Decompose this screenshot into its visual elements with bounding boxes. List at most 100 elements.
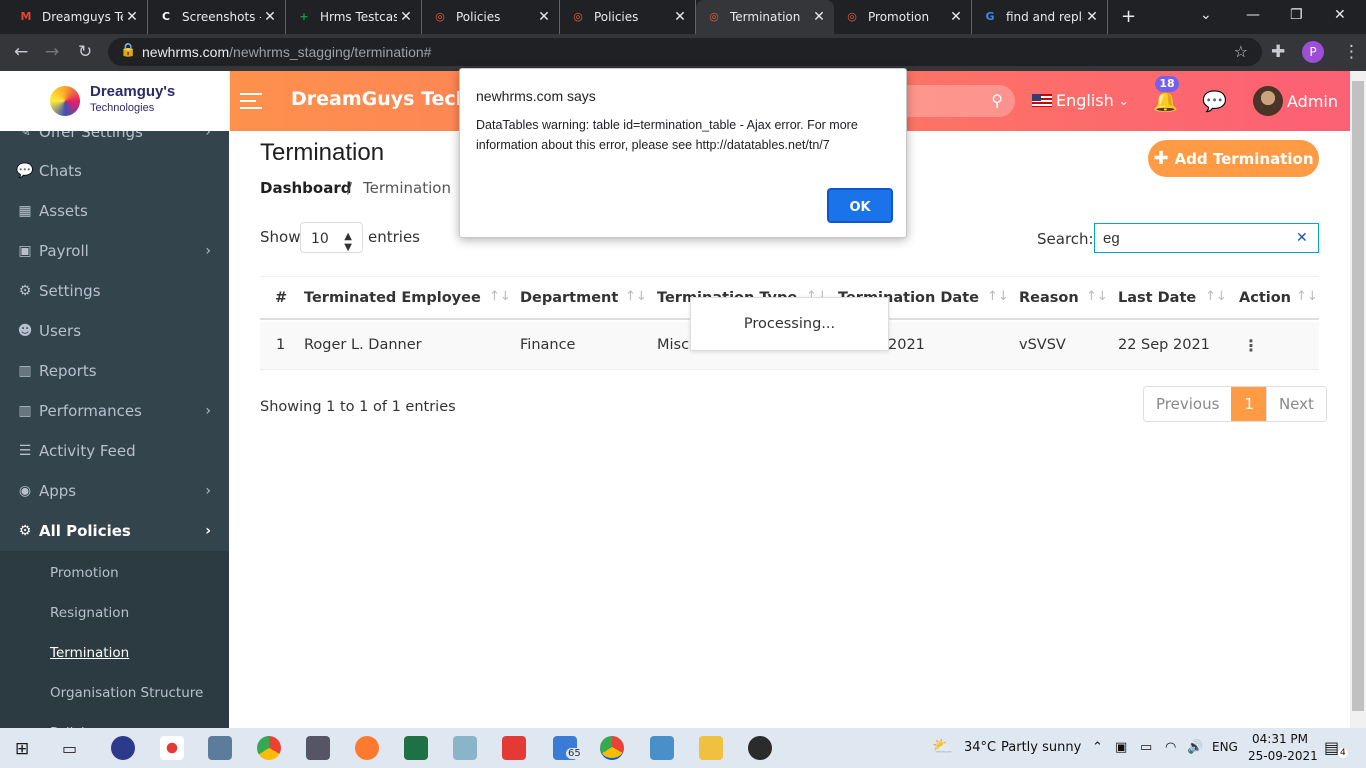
back-icon[interactable]: ←	[14, 42, 28, 62]
tab-search-icon[interactable]: ⌄	[1200, 7, 1212, 23]
breadcrumb-dashboard[interactable]: Dashboard	[260, 179, 351, 197]
sidebar-item-activity-feed[interactable]: ☰ Activity Feed	[0, 431, 229, 471]
close-tab-icon[interactable]: ✕	[947, 9, 965, 25]
sidebar-item-reports[interactable]: ▥ Reports	[0, 351, 229, 391]
entries-per-page-select[interactable]: 10 ▲ ▼	[300, 222, 363, 253]
forward-icon[interactable]: →	[45, 42, 59, 62]
browser-tab[interactable]: ◎ Policies ✕	[560, 0, 696, 34]
sidebar-item-users[interactable]: ☻ Users	[0, 311, 229, 351]
app-postman-icon[interactable]	[355, 736, 379, 760]
close-tab-icon[interactable]: ✕	[671, 9, 689, 25]
alert-ok-button[interactable]: OK	[827, 188, 893, 223]
close-window-icon[interactable]: ✕	[1334, 7, 1346, 23]
app-anydesk-icon[interactable]	[502, 736, 526, 760]
close-tab-icon[interactable]: ✕	[123, 9, 141, 25]
app-snipping-icon[interactable]	[160, 736, 184, 760]
action-center-icon[interactable]: ▤	[1324, 738, 1339, 757]
browser-tab[interactable]: ◎ Policies ✕	[422, 0, 560, 34]
close-tab-icon[interactable]: ✕	[261, 9, 279, 25]
column-header[interactable]: Reason	[1019, 290, 1079, 306]
maximize-icon[interactable]: ❐	[1290, 7, 1303, 23]
cell-employee[interactable]: Roger L. Danner	[304, 337, 422, 353]
clock-date[interactable]: 25-09-2021	[1248, 749, 1318, 763]
table-search-input[interactable]	[1094, 223, 1319, 253]
app-notes-icon[interactable]	[453, 736, 477, 760]
language-indicator[interactable]: ENG	[1212, 740, 1238, 754]
app-calculator-icon[interactable]	[208, 736, 232, 760]
sort-icon[interactable]: ↑↓	[1086, 289, 1108, 304]
weather-icon[interactable]: ⛅	[932, 737, 953, 757]
logo[interactable]: Dreamguy's Technologies	[0, 71, 230, 131]
new-tab-icon[interactable]: +	[1121, 6, 1136, 27]
browser-tab[interactable]: ◎ Termination ✕	[696, 0, 834, 34]
column-header[interactable]: Terminated Employee	[304, 290, 481, 306]
page-scrollbar[interactable]	[1350, 71, 1366, 728]
battery-icon[interactable]: ▭	[1140, 740, 1152, 755]
tray-device-icon[interactable]: ▣	[1115, 740, 1127, 755]
column-header[interactable]: Last Date	[1118, 290, 1196, 306]
submenu-item-termination[interactable]: Termination	[50, 645, 129, 661]
notification-bell-icon[interactable]: 🔔	[1153, 89, 1178, 113]
pagination-previous[interactable]: Previous	[1144, 387, 1232, 421]
address-bar[interactable]: 🔒 newhrms.com/newhrms_stagging/terminati…	[108, 38, 1262, 66]
bookmark-star-icon[interactable]: ☆	[1234, 42, 1248, 61]
close-tab-icon[interactable]: ✕	[810, 9, 828, 25]
app-camera-icon[interactable]	[306, 736, 330, 760]
close-tab-icon[interactable]: ✕	[535, 9, 553, 25]
sidebar-item-apps[interactable]: ◉ Apps ›	[0, 471, 229, 511]
sort-icon[interactable]: ↑↓	[1296, 289, 1318, 304]
sidebar-item-all-policies[interactable]: ⚙ All Policies ›	[0, 511, 229, 551]
pagination-next[interactable]: Next	[1266, 387, 1326, 421]
windows-start-icon[interactable]: ⊞	[15, 739, 29, 759]
add-termination-button[interactable]: ✚ Add Termination	[1148, 140, 1319, 177]
tray-chevron-icon[interactable]: ⌃	[1092, 740, 1103, 755]
browser-tab[interactable]: Gfind and repla ✕	[972, 0, 1108, 34]
sort-icon[interactable]: ↑↓	[1205, 289, 1227, 304]
task-view-icon[interactable]: ▭	[62, 739, 77, 758]
app-chrome-icon[interactable]	[257, 736, 281, 760]
wifi-icon[interactable]: ◠	[1165, 740, 1176, 755]
row-action-menu-icon[interactable]: ⋮	[1243, 336, 1259, 355]
submenu-item-promotion[interactable]: Promotion	[50, 565, 119, 581]
browser-tab[interactable]: + Hrms Testcas ✕	[286, 0, 422, 34]
sidebar-item-offer-settings[interactable]: ✎ Offer Settings ›	[0, 131, 229, 152]
weather-temp[interactable]: 34°C	[964, 740, 996, 755]
browser-tab[interactable]: ◎ Promotion ✕	[834, 0, 972, 34]
close-tab-icon[interactable]: ✕	[1083, 9, 1101, 25]
app-electron-icon[interactable]	[748, 736, 772, 760]
sidebar-item-assets[interactable]: ▦ Assets	[0, 191, 229, 231]
profile-avatar[interactable]: P	[1302, 41, 1324, 63]
sidebar-item-payroll[interactable]: ▣ Payroll ›	[0, 231, 229, 271]
app-excel-icon[interactable]	[404, 736, 428, 760]
browser-tab[interactable]: C Screenshots - ✕	[148, 0, 286, 34]
submenu-item-organisation-structure[interactable]: Organisation Structure	[50, 685, 203, 701]
user-avatar[interactable]	[1253, 86, 1283, 116]
clear-search-icon[interactable]: ✕	[1296, 230, 1308, 246]
app-eclipse-icon[interactable]	[111, 736, 135, 760]
sidebar-item-performances[interactable]: ▥ Performances ›	[0, 391, 229, 431]
sidebar-item-settings[interactable]: ⚙ Settings	[0, 271, 229, 311]
app-explorer-icon[interactable]	[699, 736, 723, 760]
extensions-icon[interactable]: ✚	[1271, 42, 1285, 62]
language-dropdown[interactable]: English ⌄	[1032, 91, 1129, 110]
menu-icon[interactable]: ⋮	[1343, 42, 1360, 62]
app-chrome-active-icon[interactable]	[600, 736, 624, 760]
scrollbar-thumb[interactable]	[1352, 81, 1364, 711]
browser-tab[interactable]: M Dreamguys Te ✕	[8, 0, 148, 34]
column-header[interactable]: Action	[1239, 290, 1291, 306]
clock-time[interactable]: 04:31 PM	[1252, 732, 1308, 746]
sidebar-item-chats[interactable]: 💬 Chats	[0, 151, 229, 191]
column-header[interactable]: Department	[520, 290, 618, 306]
submenu-item-resignation[interactable]: Resignation	[50, 605, 129, 621]
app-remote-icon[interactable]	[650, 736, 674, 760]
minimize-icon[interactable]: —	[1246, 7, 1260, 23]
chat-icon[interactable]: 💬	[1202, 89, 1227, 113]
reload-icon[interactable]: ↻	[78, 42, 92, 62]
user-name[interactable]: Admin	[1287, 92, 1338, 111]
volume-icon[interactable]: 🔊	[1187, 740, 1203, 755]
pagination-page-1[interactable]: 1	[1231, 387, 1267, 421]
hamburger-menu-icon[interactable]	[240, 93, 262, 109]
sort-icon[interactable]: ↑↓	[987, 289, 1009, 304]
sort-icon[interactable]: ↑↓	[625, 289, 647, 304]
sort-icon[interactable]: ↑↓	[489, 289, 511, 304]
